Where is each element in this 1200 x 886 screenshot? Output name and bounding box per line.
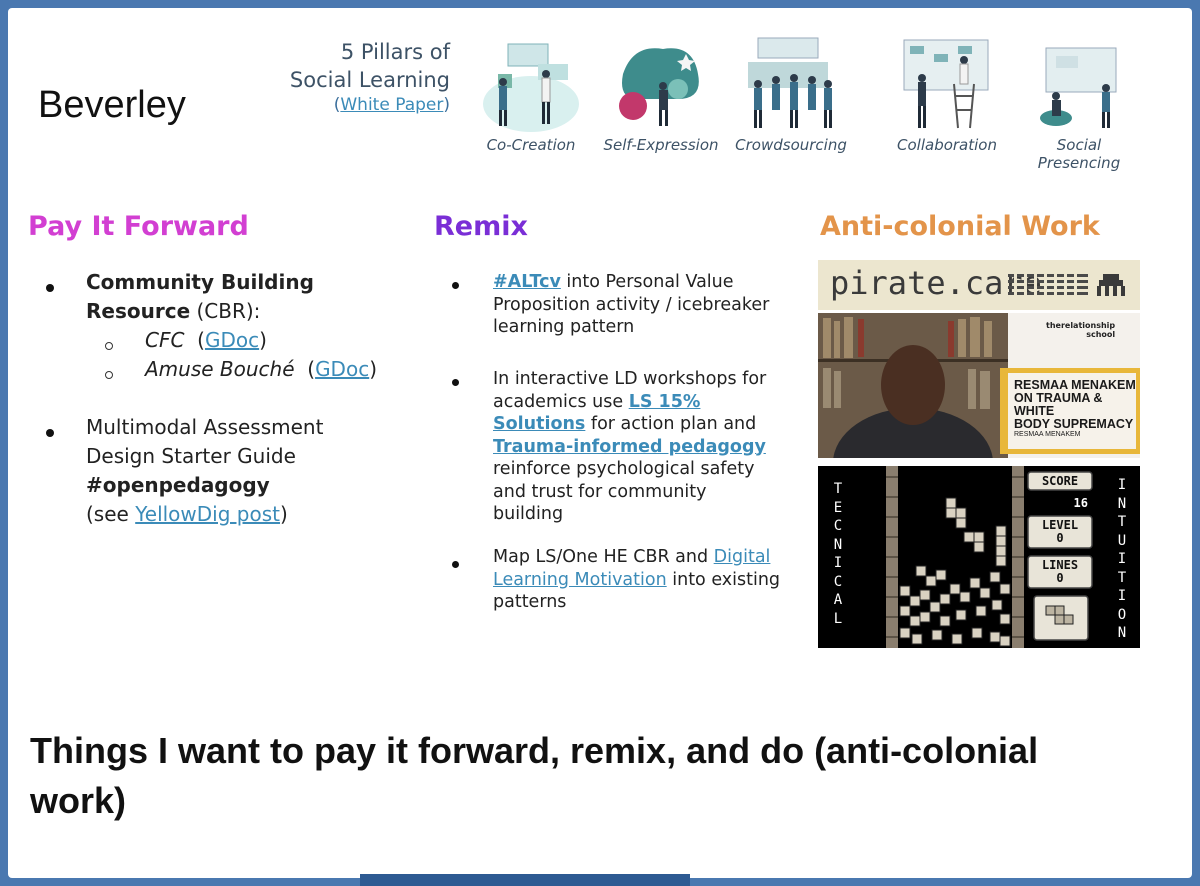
amuse-bouche-gdoc-link[interactable]: GDoc	[315, 357, 369, 381]
tetris-playfield	[856, 466, 1106, 648]
score-value: 16	[1073, 496, 1088, 510]
list-item-amuse-bouche: Amuse Bouché (GDoc)	[145, 357, 378, 381]
yellowdig-post-link[interactable]: YellowDig post	[135, 502, 280, 526]
collaboration-illustration	[903, 39, 989, 129]
pirate-care-banner: pirate.care	[818, 260, 1140, 310]
pillar-label: Social Presencing	[1037, 136, 1121, 172]
pillar-co-creation: Co-Creation	[466, 28, 596, 168]
list-item-multimodal: Multimodal Assessment Design Starter Gui…	[86, 415, 324, 526]
remix-heading: Remix	[434, 211, 528, 242]
list-item-cbr: Community Building Resource (CBR):	[86, 270, 314, 323]
pillars-title: 5 Pillars of Social Learning (White Pape…	[278, 38, 450, 116]
presenter-name: Beverley	[38, 84, 186, 126]
lines-readout: LINES 0	[1041, 558, 1079, 585]
ls-15-solutions-link[interactable]: LS 15%	[629, 392, 701, 412]
co-creation-illustration	[483, 43, 579, 132]
tecnical-vertical-text: TECNICAL	[833, 481, 843, 627]
cfc-gdoc-link[interactable]: GDoc	[205, 328, 259, 352]
bullet-dot	[452, 379, 459, 386]
pillar-label: Co-Creation	[486, 136, 576, 154]
pillar-label: Collaboration	[897, 136, 997, 154]
bullet-dot	[452, 561, 459, 568]
ls-15-solutions-link-cont[interactable]: Solutions	[493, 414, 585, 434]
pillar-collaboration: Collaboration	[882, 28, 1012, 168]
pillars-title-line2: Social Learning	[289, 68, 450, 92]
slide: Beverley 5 Pillars of Social Learning (W…	[8, 8, 1192, 878]
list-item-cfc: CFC (GDoc)	[145, 328, 267, 352]
level-readout: LEVEL 0	[1041, 518, 1079, 545]
bullet-dot	[46, 429, 54, 437]
self-expression-illustration	[619, 48, 699, 126]
white-paper-line: (White Paper)	[333, 95, 450, 115]
score-label: SCORE	[1041, 474, 1079, 488]
sub-bullet-ring	[105, 342, 113, 350]
pillar-crowdsourcing: Crowdsourcing	[726, 28, 856, 168]
white-paper-link[interactable]: White Paper	[340, 95, 443, 115]
relationship-school-logo: therelationship school	[1046, 321, 1116, 339]
list-item-ld-workshops: In interactive LD workshops for academic…	[493, 369, 767, 524]
pillar-label: Crowdsourcing	[735, 136, 847, 154]
list-item-map-ls: Map LS/One HE CBR and Digital Learning M…	[493, 547, 781, 612]
anti-colonial-heading: Anti-colonial Work	[820, 211, 1100, 242]
pillar-self-expression: Self-Expression	[596, 28, 726, 168]
bottom-strip	[360, 874, 690, 886]
digital-learning-motivation-link[interactable]: Digital	[714, 547, 771, 567]
resmaa-menakem-banner: therelationship school RESMAA MENAKEM ON…	[818, 313, 1140, 458]
pillars-title-line1: 5 Pillars of	[340, 40, 450, 64]
book-title: RESMAA MENAKEM ON TRAUMA & WHITE BODY SU…	[1014, 378, 1136, 439]
intuition-vertical-text: INTUITION	[1117, 477, 1127, 641]
crowdsourcing-illustration	[748, 37, 832, 128]
pillar-social-presencing: Social Presencing	[1014, 28, 1144, 172]
pay-it-forward-heading: Pay It Forward	[28, 211, 249, 242]
slide-caption: Things I want to pay it forward, remix, …	[30, 730, 1039, 821]
bullet-dot	[452, 282, 459, 289]
digital-learning-motivation-link-cont[interactable]: Learning Motivation	[493, 570, 667, 590]
bullet-dot	[46, 284, 54, 292]
sub-bullet-ring	[105, 371, 113, 379]
altcv-link[interactable]: #ALTcv	[493, 272, 561, 292]
list-item-altcv: #ALTcv into Personal Value Proposition a…	[493, 272, 770, 337]
tetris-technical-intuition-image: TECNICAL INTUITION SCORE 16 LEVEL 0 LINE…	[818, 466, 1140, 648]
social-presencing-illustration	[1040, 47, 1117, 128]
pixel-pattern-icon	[1008, 270, 1125, 300]
trauma-informed-pedagogy-link[interactable]: Trauma-informed pedagogy	[493, 437, 766, 457]
pillar-label: Self-Expression	[603, 136, 719, 154]
